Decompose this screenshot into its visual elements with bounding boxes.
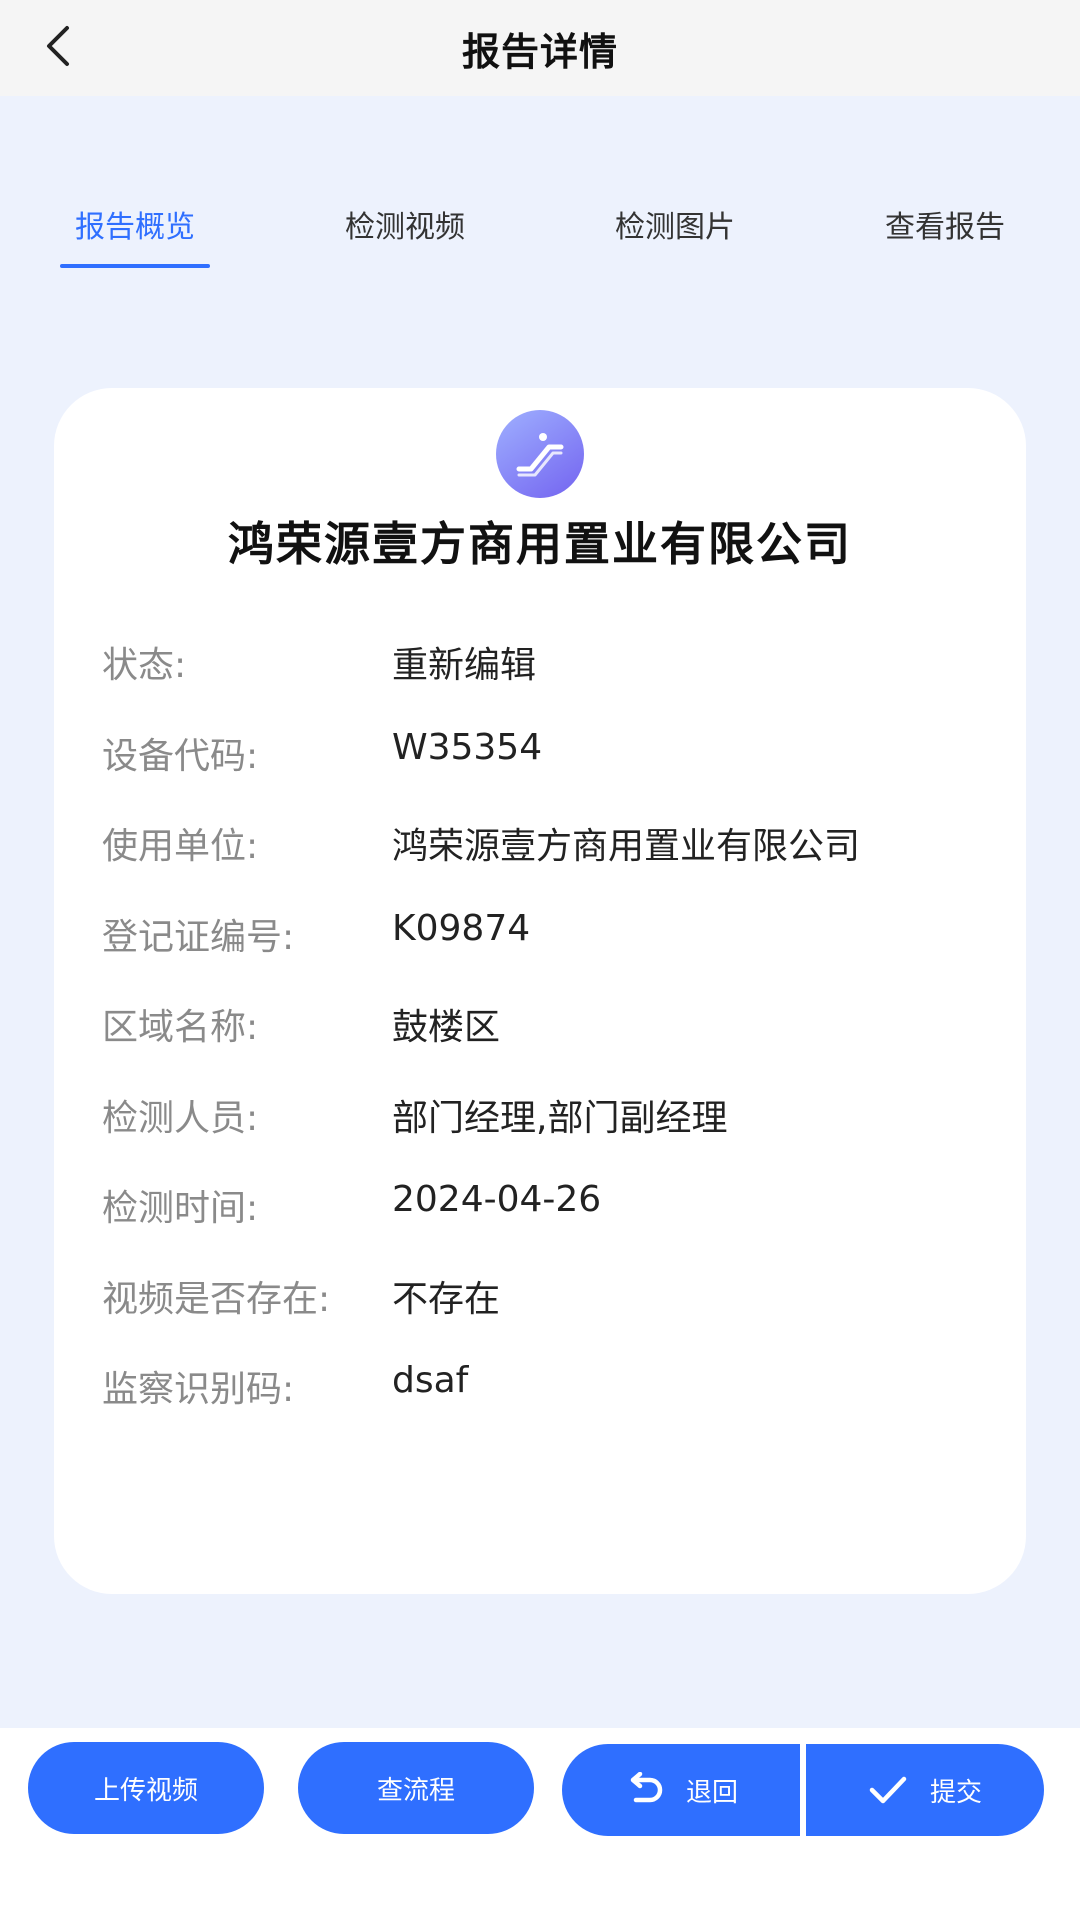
info-value: W35354 bbox=[392, 726, 543, 768]
info-value: 鼓楼区 bbox=[392, 1007, 501, 1048]
info-value: 鸿荣源壹方商用置业有限公司 bbox=[392, 826, 861, 867]
info-value: dsaf bbox=[392, 1360, 469, 1401]
page-title: 报告详情 bbox=[461, 29, 618, 74]
main-content: 报告概览 检测视频 检测图片 查看报告 鸿荣源壹方商用置业有限公司 状态: 重新… bbox=[0, 96, 1080, 1728]
info-value: 2024-04-26 bbox=[392, 1179, 602, 1220]
info-value: 不存在 bbox=[392, 1278, 501, 1320]
info-row-user-unit: 使用单位: 鸿荣源壹方商用置业有限公司 bbox=[102, 817, 1002, 908]
button-label: 提交 bbox=[929, 1777, 982, 1808]
info-label: 监察识别码: bbox=[102, 1369, 295, 1410]
info-row-registration-number: 登记证编号: K09874 bbox=[102, 908, 1002, 999]
tab-inspection-video[interactable]: 检测视频 bbox=[310, 206, 500, 286]
escalator-icon bbox=[496, 410, 584, 498]
report-card: 鸿荣源壹方商用置业有限公司 状态: 重新编辑 设备代码: W35354 使用单位… bbox=[54, 388, 1026, 1594]
app-header: 报告详情 bbox=[0, 0, 1080, 96]
back-button[interactable] bbox=[28, 18, 88, 78]
active-tab-indicator bbox=[60, 264, 210, 268]
info-value: 部门经理,部门副经理 bbox=[392, 1097, 728, 1139]
reject-button[interactable]: 退回 bbox=[562, 1744, 800, 1836]
tab-view-report[interactable]: 查看报告 bbox=[850, 206, 1040, 286]
info-row-inspection-time: 检测时间: 2024-04-26 bbox=[102, 1179, 1002, 1270]
info-list: 状态: 重新编辑 设备代码: W35354 使用单位: 鸿荣源壹方商用置业有限公… bbox=[102, 636, 1002, 1451]
info-row-inspectors: 检测人员: 部门经理,部门副经理 bbox=[102, 1089, 1002, 1180]
company-name: 鸿荣源壹方商用置业有限公司 bbox=[228, 517, 852, 571]
view-flow-button[interactable]: 查流程 bbox=[298, 1742, 534, 1834]
tab-inspection-images[interactable]: 检测图片 bbox=[580, 206, 770, 286]
info-label: 设备代码: bbox=[102, 735, 259, 777]
check-icon bbox=[869, 1776, 907, 1804]
info-value: K09874 bbox=[392, 907, 531, 949]
chevron-left-icon bbox=[41, 24, 75, 72]
upload-video-button[interactable]: 上传视频 bbox=[28, 1742, 264, 1834]
info-row-video-exists: 视频是否存在: 不存在 bbox=[102, 1270, 1002, 1361]
button-label: 查流程 bbox=[376, 1775, 455, 1806]
info-label: 检测时间: bbox=[102, 1188, 259, 1229]
info-row-region: 区域名称: 鼓楼区 bbox=[102, 998, 1002, 1089]
info-value: 重新编辑 bbox=[392, 645, 537, 686]
button-label: 退回 bbox=[685, 1777, 738, 1808]
info-label: 区域名称: bbox=[102, 1007, 259, 1048]
tab-bar: 报告概览 检测视频 检测图片 查看报告 bbox=[0, 206, 1080, 286]
tab-label: 报告概览 bbox=[75, 210, 195, 245]
info-label: 视频是否存在: bbox=[102, 1278, 331, 1320]
tab-label: 检测图片 bbox=[615, 210, 735, 245]
info-label: 使用单位: bbox=[102, 826, 259, 867]
info-label: 检测人员: bbox=[102, 1097, 259, 1139]
tab-report-overview[interactable]: 报告概览 bbox=[40, 206, 230, 286]
tab-label: 查看报告 bbox=[885, 210, 1005, 245]
tab-label: 检测视频 bbox=[345, 210, 465, 245]
info-label: 状态: bbox=[102, 645, 187, 686]
info-row-device-code: 设备代码: W35354 bbox=[102, 727, 1002, 818]
info-label: 登记证编号: bbox=[102, 916, 295, 958]
submit-button[interactable]: 提交 bbox=[806, 1744, 1044, 1836]
info-row-status: 状态: 重新编辑 bbox=[102, 636, 1002, 727]
button-label: 上传视频 bbox=[93, 1775, 198, 1806]
undo-icon bbox=[630, 1772, 663, 1803]
action-bar: 上传视频 查流程 退回 提交 bbox=[0, 1728, 1080, 1920]
info-row-supervision-code: 监察识别码: dsaf bbox=[102, 1360, 1002, 1451]
